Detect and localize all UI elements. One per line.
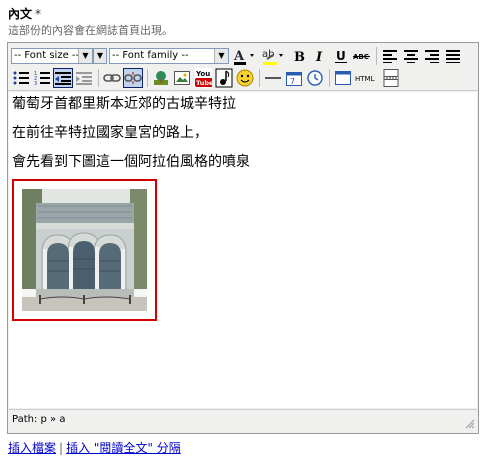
content-paragraph: 在前往辛特拉國家皇宮的路上， [12, 125, 208, 141]
align-center-icon [404, 50, 418, 63]
youtube-icon: YouTube [194, 68, 212, 88]
image-icon [174, 71, 190, 85]
svg-text:You: You [195, 70, 210, 78]
align-left-button[interactable] [380, 46, 400, 66]
align-center-button[interactable] [401, 46, 421, 66]
align-justify-icon [446, 50, 460, 63]
clock-icon [307, 70, 323, 86]
field-hint: 這部份的內容會在網誌首頁出現。 [8, 24, 173, 37]
indent-button[interactable] [74, 68, 94, 88]
svg-text:B: B [294, 50, 305, 64]
align-left-icon [383, 50, 397, 63]
html-source-button[interactable]: HTML [354, 68, 380, 88]
editor-links: 插入檔案 | 插入 "閱讀全文" 分隔 [8, 439, 181, 456]
page-break-button[interactable] [381, 68, 401, 88]
underline-icon: U [335, 49, 347, 63]
editor-content-area[interactable]: 葡萄牙首都里斯本近郊的古城辛特拉 在前往辛特拉國家皇宮的路上， 會先看到下圖這一… [9, 92, 477, 408]
font-size-dropdown-button[interactable]: ▼ [93, 48, 107, 64]
calendar-icon: 7 [286, 72, 302, 86]
page-break-icon [383, 69, 399, 87]
svg-text:3: 3 [34, 81, 37, 85]
svg-text:7: 7 [290, 77, 295, 86]
bold-button[interactable]: B [289, 46, 309, 66]
link-icon [103, 74, 121, 82]
chevron-down-icon: ▼ [214, 49, 228, 63]
italic-icon: I [315, 50, 323, 64]
unlink-icon [124, 72, 142, 84]
content-paragraph: 會先看到下圖這一個阿拉伯風格的噴泉 [12, 154, 250, 170]
toolbar-separator [98, 69, 99, 87]
music-note-icon [215, 68, 233, 88]
svg-text:HTML: HTML [355, 75, 375, 83]
rich-text-editor: -- Font size -- ▼ ▼ -- Font family -- ▼ A … [7, 42, 479, 434]
bullet-list-icon [13, 71, 29, 85]
outdent-icon [55, 72, 71, 85]
anchor-tree-icon [154, 71, 168, 85]
insert-read-more-link[interactable]: 插入 "閱讀全文" 分隔 [66, 441, 181, 455]
strikethrough-icon: ABC [353, 53, 370, 61]
link-separator: | [59, 441, 64, 455]
svg-text:I: I [315, 50, 323, 64]
numbered-list-icon: 123 [34, 71, 50, 85]
fountain-photo [22, 189, 147, 311]
horizontal-rule-icon [265, 77, 281, 79]
toolbar-separator [376, 47, 377, 65]
numbered-list-button[interactable]: 123 [32, 68, 52, 88]
align-right-icon [425, 50, 439, 63]
required-mark: * [35, 7, 42, 21]
toolbar-separator [329, 69, 330, 87]
bold-icon: B [294, 50, 305, 64]
editor-toolbar: -- Font size -- ▼ ▼ -- Font family -- ▼ A … [8, 43, 478, 91]
svg-text:U: U [336, 49, 346, 63]
font-color-icon: A [233, 49, 254, 65]
bullet-list-button[interactable] [11, 68, 31, 88]
chevron-down-icon: ▼ [78, 49, 92, 63]
insert-file-link[interactable]: 插入檔案 [8, 441, 56, 455]
toolbar-separator [259, 69, 260, 87]
fullscreen-button[interactable] [333, 68, 353, 88]
toolbar-separator [147, 69, 148, 87]
horizontal-rule-button[interactable] [263, 68, 283, 88]
editor-status-bar: Path: p » a [9, 409, 477, 431]
window-icon [335, 71, 351, 85]
font-color-button[interactable]: A [231, 46, 259, 66]
underline-button[interactable]: U [331, 46, 351, 66]
align-right-button[interactable] [422, 46, 442, 66]
unlink-button[interactable] [123, 68, 143, 88]
selected-image-frame[interactable] [12, 179, 157, 321]
highlight-color-button[interactable]: ab [260, 46, 288, 66]
insert-link-button[interactable] [102, 68, 122, 88]
insert-image-button[interactable] [172, 68, 192, 88]
outdent-button[interactable] [53, 68, 73, 88]
svg-text:Tube: Tube [196, 79, 212, 87]
resize-grip-icon[interactable] [465, 419, 475, 429]
strikethrough-button[interactable]: ABC [352, 46, 372, 66]
svg-text:A: A [233, 49, 245, 64]
field-label: 內文 * [8, 7, 42, 21]
insert-emoticon-button[interactable] [235, 68, 255, 88]
font-family-select[interactable]: -- Font family -- ▼ [109, 48, 229, 64]
smiley-icon [236, 69, 254, 87]
insert-date-button[interactable]: 7 [284, 68, 304, 88]
element-path: Path: p » a [12, 414, 66, 425]
font-size-select[interactable]: -- Font size -- ▼ [11, 48, 93, 64]
html-icon: HTML [355, 75, 375, 83]
chevron-down-icon: ▼ [94, 49, 106, 63]
align-justify-button[interactable] [443, 46, 463, 66]
insert-youtube-button[interactable]: You Tube [193, 68, 213, 88]
highlight-color-icon: ab [262, 49, 283, 65]
insert-music-button[interactable] [214, 68, 234, 88]
indent-icon [76, 72, 92, 85]
insert-time-button[interactable] [305, 68, 325, 88]
insert-anchor-button[interactable] [151, 68, 171, 88]
content-paragraph: 葡萄牙首都里斯本近郊的古城辛特拉 [12, 96, 236, 112]
italic-button[interactable]: I [310, 46, 330, 66]
